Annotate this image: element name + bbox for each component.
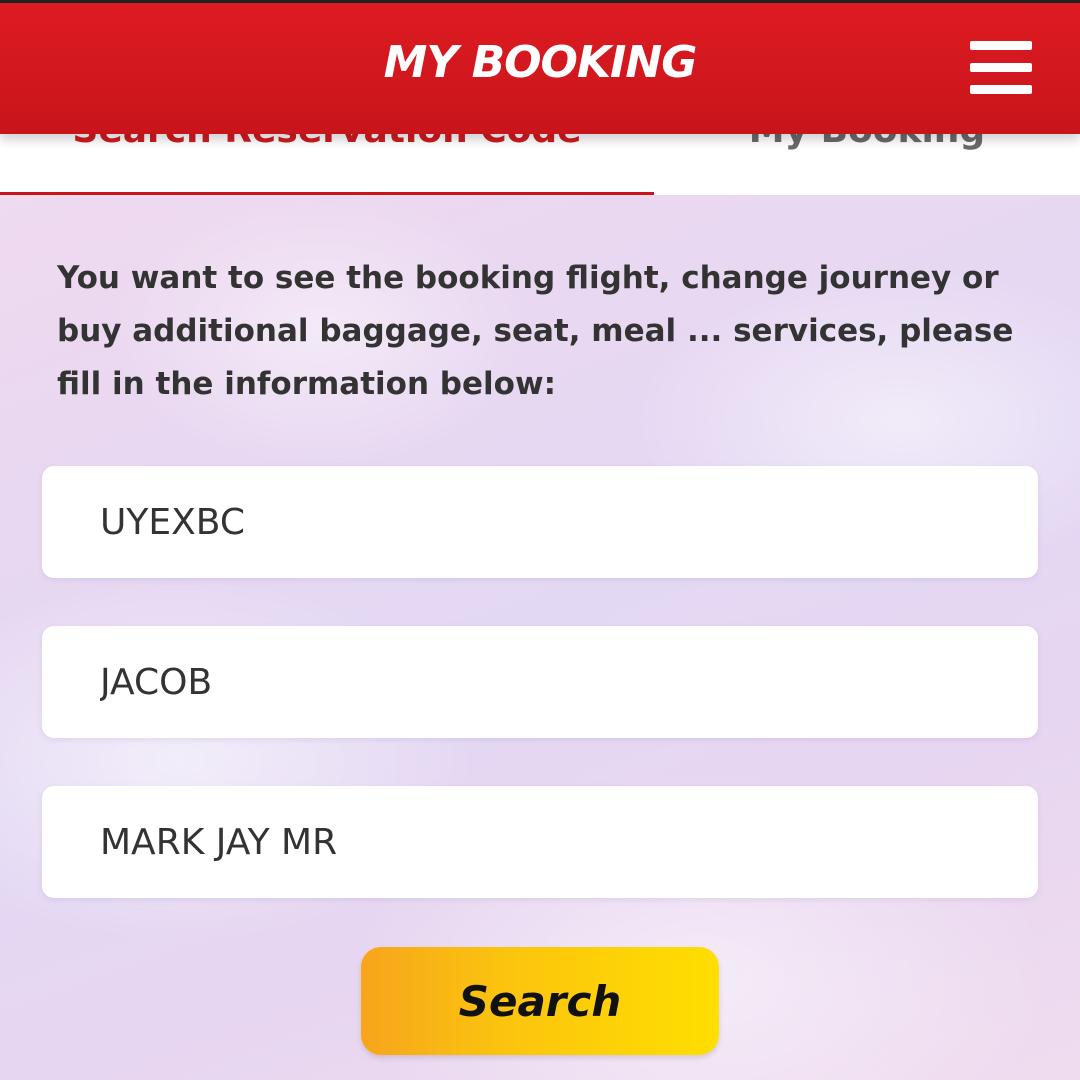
last-name-field: [42, 786, 1038, 898]
reservation-code-field: [42, 466, 1038, 578]
page-title: MY BOOKING: [383, 37, 698, 88]
hamburger-menu-icon[interactable]: [966, 39, 1034, 99]
first-name-input[interactable]: [42, 626, 1038, 738]
header-bar: MY BOOKING: [0, 0, 1080, 134]
menu-bar-line: [970, 63, 1032, 72]
reservation-code-input[interactable]: [42, 466, 1038, 578]
search-button-label: Search: [458, 976, 622, 1026]
instruction-text: You want to see the booking flight, chan…: [57, 260, 1014, 402]
first-name-field: [42, 626, 1038, 738]
menu-bar-line: [970, 41, 1032, 50]
search-button[interactable]: Search: [361, 947, 719, 1055]
last-name-input[interactable]: [42, 786, 1038, 898]
menu-bar-line: [970, 85, 1032, 94]
